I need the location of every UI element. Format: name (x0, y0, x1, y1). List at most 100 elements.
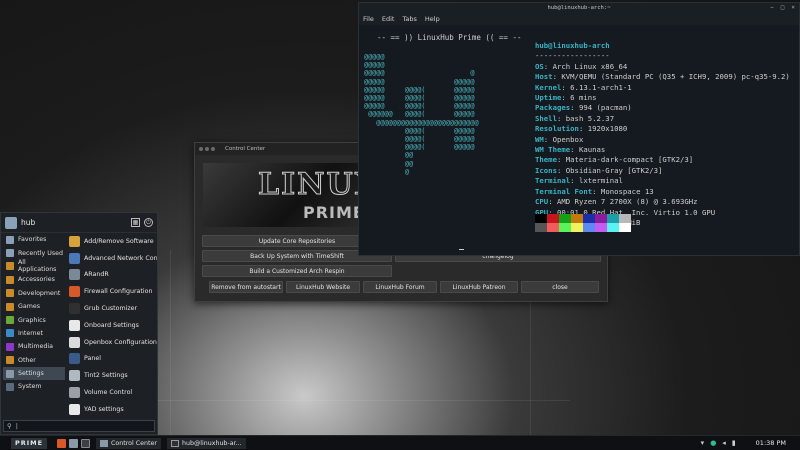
info-separator: ----------------- (535, 51, 610, 61)
info-row: OS: Arch Linux x86_64 (535, 62, 790, 72)
close-button[interactable]: close (521, 281, 599, 293)
info-colon: : (543, 134, 553, 144)
info-key: Icons (535, 165, 557, 175)
minimize-icon[interactable]: − (770, 4, 774, 11)
volume-icon[interactable]: ◂ (722, 439, 726, 447)
app-item[interactable]: Panel (67, 351, 157, 368)
app-item[interactable]: Advanced Network Con... (67, 250, 157, 267)
terminal-titlebar[interactable]: hub@linuxhub-arch:~ − □ × (359, 3, 799, 13)
palette-swatch (619, 223, 631, 232)
banner-logo-text: LINUX (258, 167, 364, 203)
app-item[interactable]: Grub Customizer (67, 300, 157, 317)
category-label: Other (18, 356, 36, 364)
app-item[interactable]: Firewall Configuration (67, 283, 157, 300)
clock[interactable]: 01:38 PM (756, 439, 786, 447)
menu-help[interactable]: Help (425, 15, 440, 23)
start-button[interactable]: PRIME (11, 437, 47, 449)
palette-swatch (595, 223, 607, 232)
ascii-art-logo: @@@@@ @@@@@ @@@@@ @ @@@@@ @@@@@ @@@@@ @@… (364, 53, 479, 176)
clipboard-icon[interactable]: ▮ (732, 439, 736, 447)
category-item[interactable]: All Applications (3, 259, 65, 273)
category-item[interactable]: Favorites (3, 233, 65, 246)
username: hub (21, 218, 36, 227)
power-icon[interactable]: ⏻ (144, 218, 153, 227)
category-item[interactable]: Multimedia (3, 340, 65, 353)
minimize-window-icon[interactable] (205, 147, 209, 151)
category-item[interactable]: Internet (3, 327, 65, 340)
avatar (5, 216, 17, 229)
task-terminal[interactable]: hub@linuxhub-ar... (166, 437, 246, 449)
close-icon[interactable]: × (791, 4, 795, 11)
category-item[interactable]: System (3, 380, 65, 393)
taskbar: PRIME Control Center hub@linuxhub-ar... … (0, 435, 800, 450)
user-host: hub@linuxhub-arch (535, 41, 610, 50)
maximize-icon[interactable]: □ (781, 4, 785, 11)
info-colon: : (556, 155, 566, 165)
category-item[interactable]: Development (3, 287, 65, 300)
task-control-center[interactable]: Control Center (96, 437, 161, 449)
info-row: Terminal: lxterminal (535, 176, 790, 186)
category-item[interactable]: Recently Used (3, 246, 65, 259)
app-icon (69, 387, 80, 399)
info-colon: : (556, 113, 566, 123)
category-label: Settings (18, 370, 44, 378)
app-icon (69, 336, 80, 348)
app-item[interactable]: Add/Remove Software (67, 233, 157, 250)
color-palette (535, 214, 631, 232)
app-icon (69, 252, 80, 264)
file-manager-icon[interactable] (69, 438, 78, 448)
info-colon: : (561, 82, 571, 92)
info-colon: : (570, 103, 579, 113)
info-value: Obsidian-Gray [GTK2/3] (565, 165, 663, 175)
info-row: Resolution: 1920x1080 (535, 124, 790, 134)
build-respin-button[interactable]: Build a Customized Arch Respin (202, 265, 392, 277)
settings-grid-icon[interactable]: ▦ (131, 218, 140, 227)
app-item[interactable]: Onboard Settings (67, 317, 157, 334)
maximize-window-icon[interactable] (211, 147, 215, 151)
info-colon: : (556, 165, 566, 175)
neofetch-header: -- == )) LinuxHub Prime (( == -- (377, 33, 522, 42)
app-item[interactable]: Tint2 Settings (67, 367, 157, 384)
category-item[interactable]: Graphics (3, 313, 65, 326)
app-item[interactable]: YAD settings (67, 401, 157, 418)
info-value: 1920x1080 (587, 124, 628, 134)
network-icon[interactable]: ▾ (701, 439, 705, 447)
firefox-icon[interactable] (57, 438, 66, 448)
category-item[interactable]: Settings (3, 366, 65, 381)
category-list: Favorites Recently Used All Applications Ac… (3, 233, 65, 394)
info-colon: : (578, 124, 588, 134)
terminal-icon[interactable] (81, 438, 90, 448)
close-window-icon[interactable] (199, 147, 203, 151)
category-item[interactable]: Games (3, 300, 65, 313)
category-item[interactable]: Other (3, 354, 65, 367)
linuxhub-website-button[interactable]: LinuxHub Website (286, 281, 360, 293)
palette-swatch (607, 214, 619, 223)
system-tray: ▾ ● ◂ ▮ 01:38 PM (701, 439, 786, 447)
app-item[interactable]: Volume Control (67, 384, 157, 401)
linuxhub-patreon-button[interactable]: LinuxHub Patreon (440, 281, 518, 293)
terminal-window[interactable]: hub@linuxhub-arch:~ − □ × File Edit Tabs… (358, 2, 800, 256)
menu-tabs[interactable]: Tabs (402, 15, 416, 23)
info-value: Openbox (552, 134, 584, 144)
app-item[interactable]: Openbox Configuration... (67, 334, 157, 351)
app-label: Openbox Configuration... (84, 338, 157, 346)
info-row: Icons: Obsidian-Gray [GTK2/3] (535, 166, 790, 176)
palette-swatch (571, 214, 583, 223)
menu-file[interactable]: File (363, 15, 374, 23)
search-input[interactable]: ⚲ | (3, 420, 155, 432)
app-label: Volume Control (84, 389, 133, 397)
category-item[interactable]: Accessories (3, 273, 65, 286)
category-icon (6, 262, 14, 271)
linuxprime-banner: LINUX PRIME (203, 163, 363, 227)
shield-icon[interactable]: ● (710, 439, 716, 447)
app-item[interactable]: ARandR (67, 267, 157, 284)
info-key: Packages (535, 103, 571, 113)
menu-edit[interactable]: Edit (382, 15, 395, 23)
info-key: Shell (535, 113, 557, 123)
palette-swatch (547, 223, 559, 232)
terminal-title: hub@linuxhub-arch:~ (547, 5, 611, 11)
remove-autostart-button[interactable]: Remove from autostart (209, 281, 283, 293)
linuxhub-forum-button[interactable]: LinuxHub Forum (363, 281, 437, 293)
category-label: Development (18, 289, 61, 297)
app-icon (69, 403, 80, 415)
